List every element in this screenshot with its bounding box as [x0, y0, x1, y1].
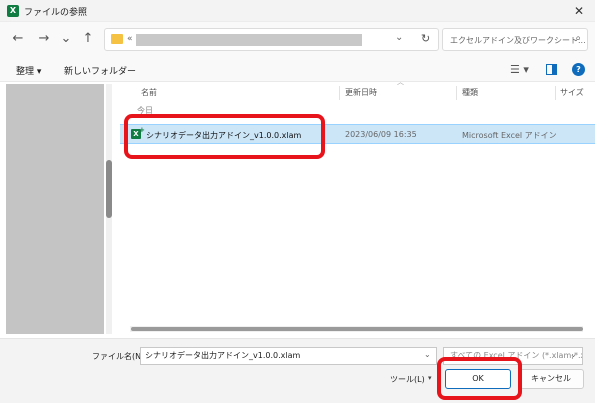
new-folder-button[interactable]: 新しいフォルダー	[64, 64, 136, 77]
horizontal-scroll-thumb[interactable]	[131, 327, 583, 331]
column-header-size[interactable]: サイズ	[560, 84, 584, 102]
sort-indicator-icon: ︿	[397, 78, 404, 86]
refresh-icon[interactable]: ↻	[421, 32, 430, 45]
address-overflow-icon[interactable]: «	[127, 34, 133, 44]
excel-app-icon: X	[7, 5, 19, 17]
back-arrow-icon[interactable]: ←	[10, 31, 26, 47]
tools-menu-button[interactable]: ツール(L)	[390, 374, 425, 385]
command-toolbar: 整理 ▾ 新しいフォルダー ☰ ▾ ?	[0, 58, 595, 82]
filter-dropdown-icon[interactable]: ⌄	[570, 350, 577, 359]
address-path-redacted	[136, 34, 362, 46]
column-header-type[interactable]: 種類	[462, 84, 478, 102]
recent-locations-chevron-icon[interactable]: ⌄	[58, 31, 74, 47]
column-divider[interactable]	[456, 86, 457, 100]
tools-caret-icon[interactable]: ▾	[428, 374, 432, 382]
title-bar: X ファイルの参照 ✕	[0, 0, 595, 22]
file-modified-date: 2023/06/09 16:35	[345, 130, 417, 139]
folder-icon	[111, 34, 123, 44]
forward-arrow-icon[interactable]: →	[36, 31, 52, 47]
view-options-icon[interactable]: ☰ ▾	[510, 63, 529, 76]
address-bar[interactable]: « ⌄ ↻	[104, 28, 439, 51]
column-header-name[interactable]: 名前	[141, 84, 157, 102]
column-divider[interactable]	[339, 86, 340, 100]
address-dropdown-icon[interactable]: ⌄	[395, 32, 403, 43]
filename-dropdown-icon[interactable]: ⌄	[424, 350, 431, 359]
filename-input[interactable]: シナリオデータ出力アドイン_v1.0.0.xlam	[140, 347, 437, 365]
navigation-pane[interactable]	[6, 84, 104, 334]
search-box[interactable]: エクセルアドイン及びワークシート... ⌕	[442, 28, 588, 51]
highlight-box-ok	[437, 357, 522, 400]
organize-button[interactable]: 整理 ▾	[16, 64, 41, 77]
cancel-button[interactable]: キャンセル	[518, 369, 584, 389]
preview-pane-icon[interactable]	[546, 64, 557, 75]
close-icon[interactable]: ✕	[571, 3, 587, 19]
file-type: Microsoft Excel アドイン	[462, 131, 557, 140]
column-header-modified[interactable]: 更新日時	[345, 84, 377, 102]
search-icon[interactable]: ⌕	[575, 33, 581, 44]
window-title: ファイルの参照	[24, 8, 88, 18]
highlight-box-file	[124, 114, 325, 159]
help-icon[interactable]: ?	[572, 63, 585, 76]
column-divider[interactable]	[555, 86, 556, 100]
up-arrow-icon[interactable]: ↑	[80, 31, 96, 47]
filename-label: ファイル名(N):	[92, 352, 147, 361]
navigation-pane-scroll-thumb[interactable]	[106, 160, 112, 218]
navigation-bar: ← → ⌄ ↑ « ⌄ ↻ エクセルアドイン及びワークシート... ⌕	[0, 22, 595, 58]
search-placeholder: エクセルアドイン及びワークシート...	[450, 36, 586, 45]
